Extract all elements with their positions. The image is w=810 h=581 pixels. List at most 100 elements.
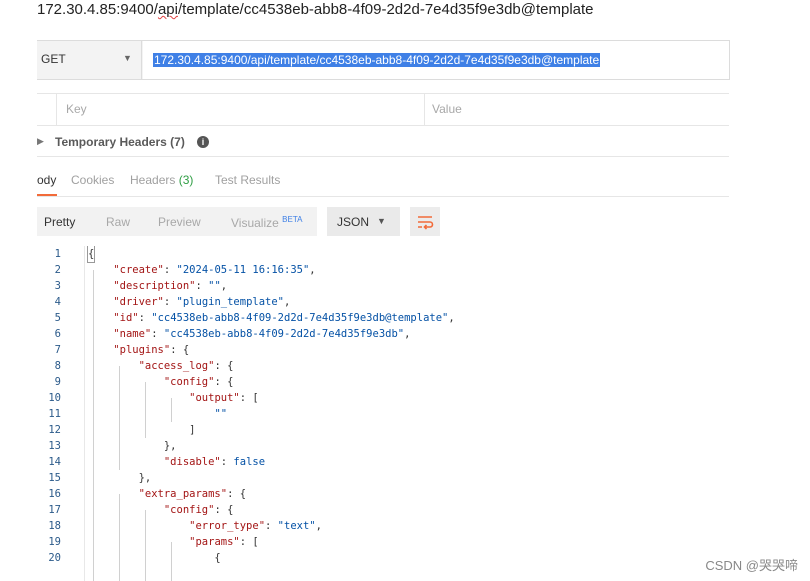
code-text: { xyxy=(88,552,221,564)
method-label: GET xyxy=(41,52,66,66)
params-table: Key Value xyxy=(37,93,729,126)
code-line: 8 "access_log": { xyxy=(37,358,729,374)
code-line: 10 "output": [ xyxy=(37,390,729,406)
json-key: "description" xyxy=(113,280,196,292)
view-tab-pretty[interactable]: Pretty xyxy=(44,215,75,229)
info-icon[interactable]: i xyxy=(197,136,209,148)
tab-headers[interactable]: Headers (3) xyxy=(130,173,193,187)
code-line: 11 "" xyxy=(37,406,729,422)
code-text: "description": "", xyxy=(113,280,228,292)
code-line: 2 "create": "2024-05-11 16:16:35", xyxy=(37,262,729,278)
line-number: 10 xyxy=(48,392,61,404)
line-number: 8 xyxy=(54,360,61,372)
json-value: false xyxy=(233,456,266,468)
code-line: 12 ] xyxy=(37,422,729,438)
json-key: "params" xyxy=(189,536,240,548)
code-text: "params": [ xyxy=(189,536,259,548)
code-text: "extra_params": { xyxy=(138,488,247,500)
code-text: }, xyxy=(88,472,152,484)
view-tab-visualize[interactable]: Visualize BETA xyxy=(231,215,302,230)
code-line: 14 "disable": false xyxy=(37,454,729,470)
view-tab-preview[interactable]: Preview xyxy=(158,215,201,229)
code-text: "driver": "plugin_template", xyxy=(113,296,291,308)
json-value: "text" xyxy=(277,520,316,532)
code-line: 17 "config": { xyxy=(37,502,729,518)
code-text: { xyxy=(86,246,96,263)
request-bar: GET ▼ 172.30.4.85:9400/api/template/cc45… xyxy=(37,40,730,80)
code-text: ] xyxy=(88,424,196,436)
params-key-column[interactable]: Key xyxy=(57,94,425,125)
tab-cookies[interactable]: Cookies xyxy=(71,173,114,187)
json-key: "extra_params" xyxy=(138,488,228,500)
line-number: 18 xyxy=(48,520,61,532)
tab-test-results[interactable]: Test Results xyxy=(215,173,280,187)
json-key: "name" xyxy=(113,328,152,340)
json-key: "plugins" xyxy=(113,344,171,356)
code-line: 3 "description": "", xyxy=(37,278,729,294)
line-number: 13 xyxy=(48,440,61,452)
code-line: 5 "id": "cc4538eb-abb8-4f09-2d2d-7e4d35f… xyxy=(37,310,729,326)
code-text: "create": "2024-05-11 16:16:35", xyxy=(113,264,316,276)
json-value: "cc4538eb-abb8-4f09-2d2d-7e4d35f9e3db" xyxy=(163,328,405,340)
tab-body[interactable]: ody xyxy=(37,173,56,187)
divider xyxy=(37,156,729,157)
url-input[interactable]: 172.30.4.85:9400/api/template/cc4538eb-a… xyxy=(143,41,729,79)
line-number: 19 xyxy=(48,536,61,548)
json-value: "plugin_template" xyxy=(176,296,284,308)
line-number: 9 xyxy=(54,376,61,388)
heading-url-prefix: 172.30.4.85:9400/ xyxy=(37,1,158,18)
code-line: 13 }, xyxy=(37,438,729,454)
line-number: 17 xyxy=(48,504,61,516)
code-line: 9 "config": { xyxy=(37,374,729,390)
code-line: 7 "plugins": { xyxy=(37,342,729,358)
code-text: }, xyxy=(88,440,177,452)
beta-badge: BETA xyxy=(282,215,303,224)
format-select[interactable]: JSON ▼ xyxy=(327,207,400,236)
response-tabs: ody Cookies Headers (3) Test Results xyxy=(37,166,729,197)
active-tab-indicator xyxy=(37,194,57,196)
code-text: "error_type": "text", xyxy=(189,520,322,532)
line-number: 14 xyxy=(48,456,61,468)
params-checkbox-column xyxy=(37,94,57,125)
tab-headers-label: Headers xyxy=(130,173,176,187)
chevron-down-icon: ▼ xyxy=(123,53,132,63)
response-view-bar: Pretty Raw Preview Visualize BETA JSON ▼ xyxy=(37,207,729,237)
code-text: "access_log": { xyxy=(138,360,234,372)
line-number: 16 xyxy=(48,488,61,500)
code-line: 6 "name": "cc4538eb-abb8-4f09-2d2d-7e4d3… xyxy=(37,326,729,342)
tab-headers-count: (3) xyxy=(178,173,194,187)
code-text: "output": [ xyxy=(189,392,259,404)
params-key-header: Key xyxy=(66,102,87,116)
code-line: 1{ xyxy=(37,246,729,263)
line-number: 20 xyxy=(48,552,61,564)
json-key: "disable" xyxy=(163,456,221,468)
wrap-lines-icon xyxy=(418,216,434,230)
line-number: 2 xyxy=(54,264,61,276)
method-select[interactable]: GET ▼ xyxy=(37,41,142,79)
params-value-column[interactable]: Value xyxy=(425,94,729,125)
line-number: 1 xyxy=(54,248,61,260)
code-text: "plugins": { xyxy=(113,344,190,356)
code-line: 18 "error_type": "text", xyxy=(37,518,729,534)
json-value: "" xyxy=(208,280,221,292)
json-value: "cc4538eb-abb8-4f09-2d2d-7e4d35f9e3db@te… xyxy=(151,312,449,324)
line-number: 5 xyxy=(54,312,61,324)
code-text: "config": { xyxy=(163,504,234,516)
code-line: 20 { xyxy=(37,550,729,566)
heading-url-suffix: /template/cc4538eb-abb8-4f09-2d2d-7e4d35… xyxy=(177,1,594,18)
code-text: "name": "cc4538eb-abb8-4f09-2d2d-7e4d35f… xyxy=(113,328,411,340)
response-body-code[interactable]: 1{ 2 "create": "2024-05-11 16:16:35", 3 … xyxy=(37,246,729,581)
caret-right-icon: ▶ xyxy=(37,136,44,146)
line-number: 4 xyxy=(54,296,61,308)
code-text: "config": { xyxy=(163,376,234,388)
view-mode-tabs: Pretty Raw Preview Visualize BETA xyxy=(37,207,317,236)
view-tab-raw[interactable]: Raw xyxy=(106,215,130,229)
json-value: "" xyxy=(214,408,228,420)
wrap-lines-button[interactable] xyxy=(410,207,440,236)
line-number: 15 xyxy=(48,472,61,484)
json-value: "2024-05-11 16:16:35" xyxy=(176,264,310,276)
json-key: "output" xyxy=(189,392,240,404)
chevron-down-icon: ▼ xyxy=(377,216,386,226)
line-number: 12 xyxy=(48,424,61,436)
line-number: 3 xyxy=(54,280,61,292)
